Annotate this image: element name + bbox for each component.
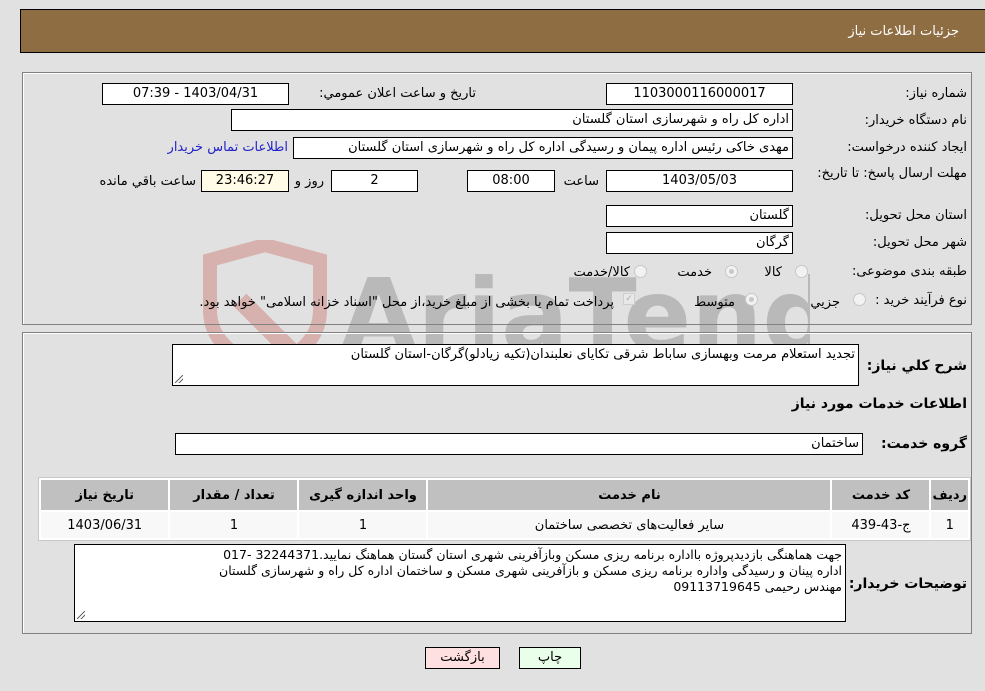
creator-field[interactable]: مهدی خاکی رئیس اداره پیمان و رسیدگی ادار…: [293, 137, 793, 159]
buyer-notes-textarea[interactable]: جهت هماهنگی بازدیدپروژه بااداره برنامه ر…: [74, 544, 846, 622]
category-radio-goods-service[interactable]: [634, 265, 647, 278]
buyer-notes-label: توضیحات خریدار:: [848, 576, 967, 592]
remaining-time-label: ساعت باقي مانده: [99, 174, 196, 189]
category-radio-service[interactable]: [725, 265, 738, 278]
resize-handle-icon[interactable]: [175, 375, 183, 383]
service-group-field[interactable]: ساختمان: [175, 433, 863, 455]
category-option-goods: کالا: [764, 265, 782, 280]
back-button[interactable]: بازگشت: [425, 647, 500, 669]
need-number-label: شماره نیاز:: [905, 86, 967, 101]
col-header-quantity: تعداد / مقدار: [170, 480, 298, 510]
deadline-date-field[interactable]: 1403/05/03: [606, 170, 793, 192]
print-button[interactable]: چاپ: [519, 647, 581, 669]
deadline-time-field[interactable]: 08:00: [467, 170, 555, 192]
purchase-type-option-medium: متوسط: [694, 295, 735, 310]
col-header-row-number: رديف: [931, 480, 968, 510]
col-header-service-code: کد خدمت: [832, 480, 930, 510]
cell-quantity: 1: [170, 512, 298, 538]
buyer-org-label: نام دستگاه خريدار:: [864, 113, 967, 128]
purchase-type-label: نوع فرآیند خرید :: [875, 293, 967, 308]
page-header: جزئیات اطلاعات نیاز: [20, 9, 985, 53]
creator-label: ایجاد کننده درخواست:: [847, 140, 967, 155]
buyer-notes-line: مهندس رحیمی 09113719645: [673, 579, 842, 594]
summary-text: تجدید استعلام مرمت وبهسازی ساباط شرقی تک…: [350, 347, 855, 362]
buyer-contact-link[interactable]: اطلاعات تماس خريدار: [168, 140, 288, 155]
category-option-goods-service: کالا/خدمت: [573, 265, 630, 280]
col-header-need-date: تاريخ نياز: [41, 480, 169, 510]
days-label: روز و: [294, 174, 324, 189]
table-row: 1 ج-43-439 سایر فعالیت‌های تخصصی ساختمان…: [41, 512, 968, 538]
treasury-checkbox[interactable]: ✓: [623, 293, 635, 305]
purchase-type-radio-minor[interactable]: [853, 293, 866, 306]
treasury-note: پرداخت تمام یا بخشی از مبلغ خرید،از محل …: [199, 295, 614, 310]
announce-datetime-field[interactable]: 1403/04/31 - 07:39: [102, 83, 289, 105]
summary-textarea[interactable]: تجدید استعلام مرمت وبهسازی ساباط شرقی تک…: [172, 344, 859, 386]
deadline-label: مهلت ارسال پاسخ: تا تاریخ:: [817, 166, 967, 181]
summary-label: شرح کلي نياز:: [866, 358, 967, 374]
announce-label: تاریخ و ساعت اعلان عمومي:: [319, 86, 476, 101]
purchase-type-option-minor: جزيي: [810, 295, 840, 310]
buyer-org-field[interactable]: اداره کل راه و شهرسازی استان گلستان: [231, 109, 793, 131]
col-header-unit: واحد اندازه گيری: [299, 480, 427, 510]
city-label: شهر محل تحویل:: [872, 235, 967, 250]
remaining-time-field: 23:46:27: [201, 170, 289, 192]
service-group-label: گروه خدمت:: [881, 436, 967, 452]
buyer-notes-line: جهت هماهنگی بازدیدپروژه بااداره برنامه ر…: [223, 547, 842, 562]
col-header-service-name: نام خدمت: [428, 480, 831, 510]
need-number-field[interactable]: 1103000116000017: [606, 83, 793, 105]
cell-service-code: ج-43-439: [832, 512, 930, 538]
cell-need-date: 1403/06/31: [41, 512, 169, 538]
province-field[interactable]: گلستان: [606, 205, 793, 227]
resize-handle-icon[interactable]: [77, 611, 85, 619]
days-remaining-field: 2: [331, 170, 418, 192]
page-title: جزئیات اطلاعات نیاز: [848, 24, 959, 39]
services-heading: اطلاعات خدمات مورد نیاز: [791, 396, 967, 412]
buyer-notes-line: اداره پینان و رسیدگی واداره برنامه ریزی …: [219, 563, 842, 578]
category-option-service: خدمت: [677, 265, 712, 280]
city-field[interactable]: گرگان: [606, 232, 793, 254]
purchase-type-radio-medium[interactable]: [745, 293, 758, 306]
cell-row-number: 1: [931, 512, 968, 538]
category-label: طبقه بندی موضوعی:: [851, 264, 967, 279]
province-label: استان محل تحویل:: [865, 208, 967, 223]
services-table: رديف کد خدمت نام خدمت واحد اندازه گيری ت…: [38, 477, 971, 541]
category-radio-goods[interactable]: [795, 265, 808, 278]
deadline-time-label: ساعت: [563, 174, 599, 189]
table-header-row: رديف کد خدمت نام خدمت واحد اندازه گيری ت…: [41, 480, 968, 510]
cell-unit: 1: [299, 512, 427, 538]
cell-service-name: سایر فعالیت‌های تخصصی ساختمان: [428, 512, 831, 538]
